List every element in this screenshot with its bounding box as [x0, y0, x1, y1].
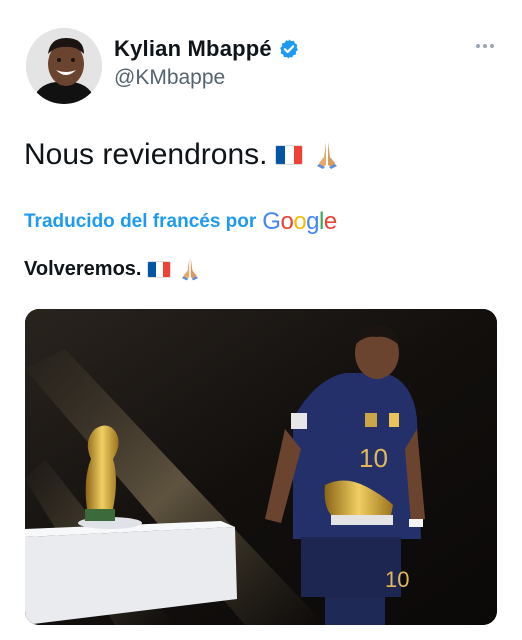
- google-logo: Google: [262, 208, 337, 235]
- display-name-row[interactable]: Kylian Mbappé: [114, 36, 300, 62]
- avatar[interactable]: [26, 28, 102, 104]
- user-handle[interactable]: @KMbappe: [114, 66, 225, 90]
- more-dot-icon: [490, 44, 494, 48]
- tweet-photo[interactable]: 10 10: [25, 309, 497, 625]
- translation-attribution[interactable]: Traducido del francés por Google: [24, 208, 337, 236]
- folded-hands-icon: [182, 258, 199, 281]
- more-options-button[interactable]: [470, 36, 500, 56]
- verified-badge-icon: [279, 39, 298, 59]
- display-name[interactable]: Kylian Mbappé: [114, 36, 272, 62]
- photo-image: 10 10: [25, 309, 497, 625]
- more-dot-icon: [476, 44, 480, 48]
- jersey-number: 10: [359, 443, 388, 473]
- tweet-text: Nous reviendrons.: [24, 138, 343, 172]
- france-flag-icon: [147, 260, 172, 278]
- france-flag-icon: [275, 145, 304, 165]
- translated-text-content: Volveremos.: [24, 257, 142, 280]
- translated-text: Volveremos.: [24, 256, 203, 282]
- avatar-image: [26, 28, 102, 104]
- folded-hands-icon: [317, 142, 338, 169]
- translation-label: Traducido del francés por: [24, 211, 257, 232]
- tweet-text-content: Nous reviendrons.: [24, 138, 268, 171]
- more-dot-icon: [483, 44, 487, 48]
- shorts-number: 10: [385, 567, 409, 592]
